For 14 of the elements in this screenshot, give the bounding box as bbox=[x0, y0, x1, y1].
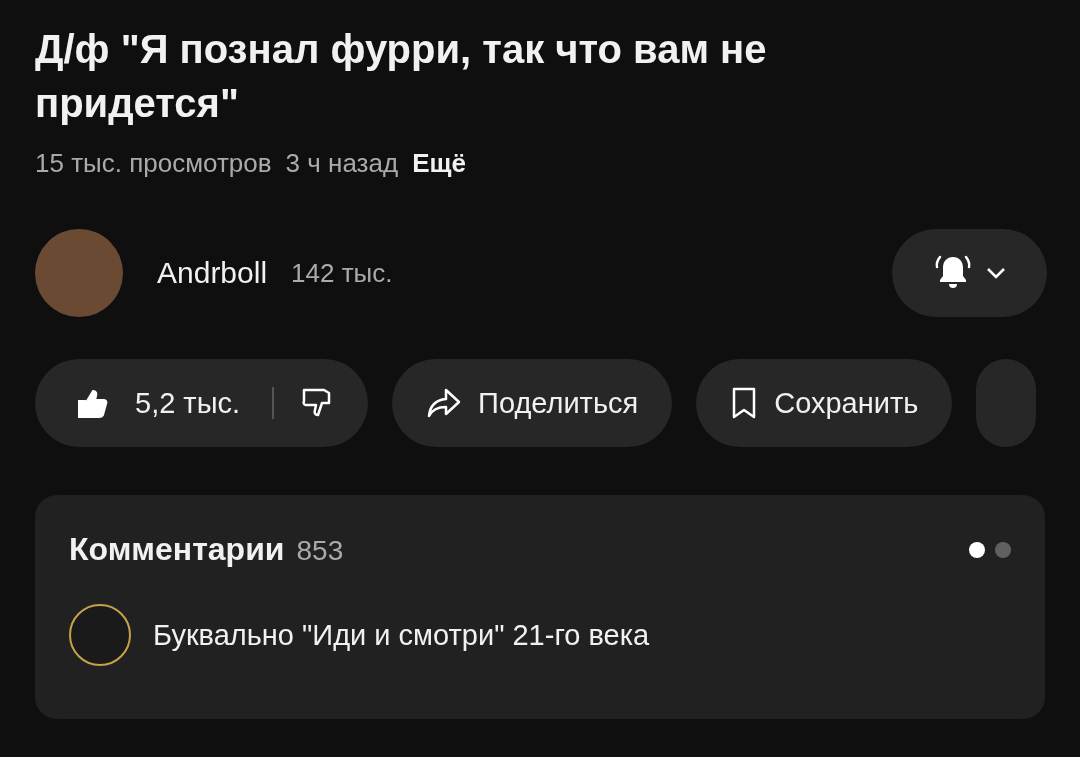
upload-time: 3 ч назад bbox=[285, 148, 399, 179]
share-arrow-icon bbox=[426, 387, 463, 419]
like-button[interactable]: 5,2 тыс. bbox=[35, 359, 269, 447]
channel-name[interactable]: Andrboll bbox=[157, 256, 268, 290]
save-button[interactable]: Сохранить bbox=[696, 359, 953, 447]
comments-title: Комментарии bbox=[69, 531, 285, 568]
more-link[interactable]: Ещё bbox=[412, 148, 466, 179]
view-count: 15 тыс. просмотров bbox=[35, 148, 272, 179]
video-title: Д/ф "Я познал фурри, так что вам не придется" bbox=[35, 26, 768, 127]
comments-card[interactable]: Комментарии 853 Буквально "Иди и смотри" 21-го века bbox=[35, 495, 1045, 719]
comment-count: 853 bbox=[296, 535, 344, 567]
share-button[interactable]: Поделиться bbox=[392, 359, 673, 447]
comment-text: Буквально "Иди и смотри" 21-го века bbox=[153, 618, 650, 652]
subscriber-count: 142 тыс. bbox=[291, 257, 393, 289]
